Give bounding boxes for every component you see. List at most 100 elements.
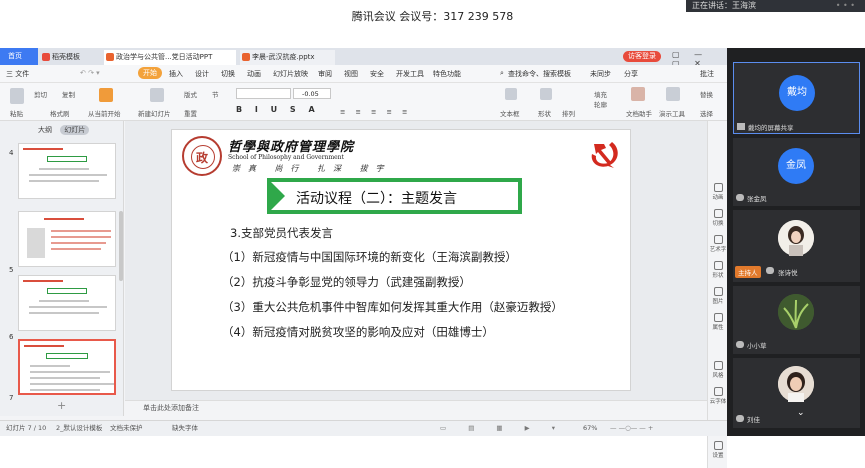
- template-name[interactable]: 2_默认设计模板: [56, 421, 102, 436]
- fill-button[interactable]: 填充: [594, 89, 607, 99]
- text-box-icon[interactable]: [505, 88, 517, 100]
- wps-window: 首页 稻壳模板 政治学与公共管...党日活动PPT 李晨-武汉抗疫.pptx 访…: [0, 48, 728, 468]
- shape-icon: [713, 261, 723, 270]
- tab-bar: 首页 稻壳模板 政治学与公共管...党日活动PPT 李晨-武汉抗疫.pptx 访…: [0, 48, 727, 68]
- menu-slideshow[interactable]: 幻灯片放映: [273, 69, 308, 79]
- menu-security[interactable]: 安全: [370, 69, 384, 79]
- paste-label[interactable]: 粘贴: [10, 108, 23, 118]
- command-search[interactable]: 查找命令、搜索模板: [508, 69, 571, 79]
- school-motto: 崇真 尚行 扎深 拔宇: [232, 164, 392, 173]
- login-button[interactable]: 访客登录: [623, 51, 661, 62]
- font-name-input[interactable]: [236, 88, 291, 99]
- thumbnail-scrollbar[interactable]: [119, 211, 123, 281]
- animation-icon: [713, 183, 723, 192]
- settings-tool[interactable]: 设置: [708, 441, 728, 459]
- thumbnail-slide-4[interactable]: [18, 143, 116, 199]
- add-slide-button[interactable]: +: [57, 399, 66, 412]
- avatar: [778, 220, 814, 256]
- menu-review[interactable]: 审阅: [318, 69, 332, 79]
- arrange-button[interactable]: 排列: [562, 108, 575, 118]
- animation-tool[interactable]: 动画: [708, 183, 728, 201]
- menu-insert[interactable]: 插入: [169, 69, 183, 79]
- outline-button[interactable]: 轮廓: [594, 99, 607, 109]
- protect-status[interactable]: 文档未保护: [110, 421, 143, 436]
- chevron-down-icon[interactable]: ⌄: [797, 408, 805, 418]
- menu-animation[interactable]: 动画: [247, 69, 261, 79]
- participant-name: 张金凤: [747, 195, 767, 203]
- speaking-text: 正在讲话：王海滨: [692, 1, 756, 10]
- cloud-font-tool[interactable]: 云字体: [708, 387, 728, 405]
- participant-card[interactable]: 主持人 张诗悦: [733, 210, 860, 282]
- reset-button[interactable]: 重置: [184, 108, 197, 118]
- play-from-current[interactable]: 从当前开始: [88, 108, 121, 118]
- format-painter-button[interactable]: 格式刷: [50, 108, 70, 118]
- font-size-input[interactable]: -0.05: [293, 88, 331, 99]
- style-tool[interactable]: 风格: [708, 361, 728, 379]
- party-emblem-icon: [584, 136, 624, 170]
- participant-card[interactable]: 金凤 张金凤: [733, 138, 860, 206]
- select-button[interactable]: 选择: [700, 108, 713, 118]
- doc-assist-icon[interactable]: [631, 87, 645, 101]
- share-button[interactable]: 分享: [624, 69, 638, 79]
- copy-button[interactable]: 复制: [62, 89, 75, 99]
- menu-file[interactable]: 三 文件: [6, 69, 29, 79]
- outline-tab[interactable]: 大纲: [38, 126, 52, 134]
- tab-home[interactable]: 首页: [0, 48, 38, 65]
- participant-card[interactable]: 戴均 戴均的屏幕共享: [733, 62, 860, 134]
- menu-features[interactable]: 特色功能: [433, 69, 461, 79]
- menu-transition[interactable]: 切换: [221, 69, 235, 79]
- new-slide-icon[interactable]: [150, 88, 164, 102]
- menu-start[interactable]: 开始: [138, 67, 162, 79]
- tab-ppt-second[interactable]: 李晨-武汉抗疫.pptx: [240, 50, 335, 65]
- search-icon: ⌕: [500, 69, 504, 77]
- agenda-item: （4）新冠疫情对脱贫攻坚的影响及应对（田雄博士）: [222, 325, 494, 339]
- format-buttons[interactable]: B I U S A: [236, 105, 320, 114]
- comment-button[interactable]: 批注: [700, 69, 714, 79]
- menu-bar: 三 文件 ↶ ↷ ▾ 开始 插入 设计 切换 动画 幻灯片放映 审阅 视图 安全…: [0, 65, 727, 83]
- photo-icon: [27, 228, 45, 258]
- sync-status[interactable]: 未同步: [590, 69, 611, 79]
- paragraph-buttons[interactable]: ≡ ≡ ≡ ≡ ≡: [340, 108, 412, 116]
- slides-tab[interactable]: 幻灯片: [60, 125, 90, 135]
- participants-panel: 戴均 戴均的屏幕共享 金凤 张金凤 主持人 张诗悦 小小草 刘佳: [727, 48, 865, 436]
- shape-icon[interactable]: [540, 88, 552, 100]
- shape-tool[interactable]: 形状: [708, 261, 728, 279]
- thumbnail-slide-7-selected[interactable]: [18, 339, 116, 395]
- new-slide-button[interactable]: 新建幻灯片: [138, 108, 171, 118]
- user-photo-icon: [778, 220, 814, 256]
- cut-button[interactable]: 剪切: [34, 89, 47, 99]
- view-mode-icons[interactable]: ▭ ▤ ▦ ▶ ▾: [440, 421, 565, 436]
- paste-icon[interactable]: [10, 88, 24, 104]
- property-tool[interactable]: 属性: [708, 313, 728, 331]
- notes-pane[interactable]: 单击此处添加备注: [125, 400, 707, 416]
- section-button[interactable]: 节: [212, 89, 219, 99]
- menu-view[interactable]: 视图: [344, 69, 358, 79]
- wordart-tool[interactable]: 艺术字: [708, 235, 728, 253]
- menu-developer[interactable]: 开发工具: [396, 69, 424, 79]
- zoom-slider[interactable]: — —○— — +: [610, 421, 653, 436]
- redo-icons[interactable]: ↶ ↷ ▾: [80, 69, 100, 77]
- text-box-button[interactable]: 文本框: [500, 108, 520, 118]
- doc-assist-button[interactable]: 文档助手: [626, 108, 652, 118]
- present-tools-button[interactable]: 演示工具: [659, 108, 685, 118]
- layout-button[interactable]: 版式: [184, 89, 197, 99]
- menu-design[interactable]: 设计: [195, 69, 209, 79]
- play-icon[interactable]: [99, 88, 113, 102]
- tab-docer[interactable]: 稻壳模板: [40, 50, 100, 65]
- transition-tool[interactable]: 切换: [708, 209, 728, 227]
- thumb-number: 4: [9, 149, 14, 157]
- tab-ppt-active[interactable]: 政治学与公共管...党日活动PPT: [104, 50, 236, 65]
- present-tools-icon[interactable]: [666, 87, 680, 101]
- thumbnail-slide-5[interactable]: [18, 211, 116, 267]
- more-icon[interactable]: • • •: [836, 0, 855, 12]
- slide-canvas: 政 哲學與政府管理學院 School of Philosophy and Gov…: [125, 121, 707, 416]
- shape-button[interactable]: 形状: [538, 108, 551, 118]
- picture-tool[interactable]: 图片: [708, 287, 728, 305]
- slide-7[interactable]: 政 哲學與政府管理學院 School of Philosophy and Gov…: [171, 129, 631, 391]
- thumbnail-slide-6[interactable]: [18, 275, 116, 331]
- participant-card[interactable]: 小小草: [733, 286, 860, 354]
- slide-thumbnail-panel: 大纲 幻灯片 4 5 6 7 +: [0, 121, 124, 416]
- agenda-item: （3）重大公共危机事件中智库如何发挥其重大作用（赵豪迈教授）: [222, 300, 563, 314]
- replace-button[interactable]: 替换: [700, 89, 713, 99]
- missing-font[interactable]: 缺失字体: [172, 421, 198, 436]
